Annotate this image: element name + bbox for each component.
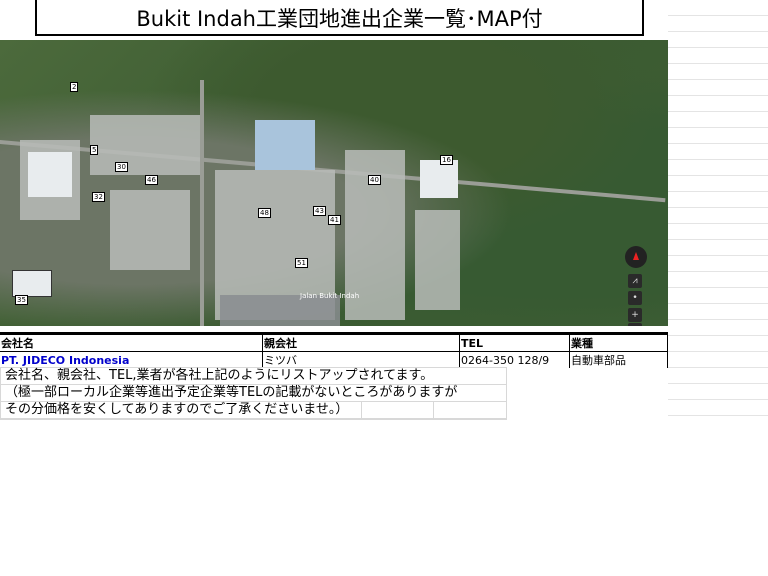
- note-line: （極一部ローカル企業等進出予定企業等TELの記載がないところがありますが: [1, 385, 506, 402]
- parent-cell: ミツバ: [262, 351, 460, 368]
- tilt-icon[interactable]: ⩘: [628, 274, 642, 288]
- page-title: Bukit Indah工業団地進出企業一覧･MAP付: [35, 0, 644, 36]
- map-marker-label: 16: [440, 155, 453, 165]
- zoom-out-icon[interactable]: −: [628, 323, 642, 326]
- header-tel: TEL: [459, 332, 570, 352]
- map-marker-label: 51: [295, 258, 308, 268]
- note-text: その分価格を安くしてありますのでご了承くださいませ。）: [5, 402, 349, 417]
- spreadsheet-grid: [668, 0, 768, 420]
- note-line: その分価格を安くしてありますのでご了承くださいませ。）: [1, 402, 506, 419]
- table-header: 会社名 親会社 TEL 業種: [0, 332, 668, 352]
- industry-cell: 自動車部品: [569, 351, 668, 368]
- map-marker-label: 40: [368, 175, 381, 185]
- map-marker-label: 32: [92, 192, 105, 202]
- zoom-in-icon[interactable]: +: [628, 308, 642, 322]
- header-parent: 親会社: [262, 332, 460, 352]
- map-marker-label: 41: [328, 215, 341, 225]
- company-link[interactable]: PT. JIDECO Indonesia: [1, 354, 129, 367]
- center-icon[interactable]: •: [628, 291, 642, 305]
- map-marker-label: 48: [258, 208, 271, 218]
- map-marker-label: 46: [145, 175, 158, 185]
- tel-cell: 0264-350 128/9: [459, 351, 570, 368]
- table-row: PT. JIDECO Indonesia ミツバ 0264-350 128/9 …: [0, 351, 668, 368]
- map-building: [110, 190, 190, 270]
- map-marker-label: 5: [90, 145, 99, 155]
- map-building: [255, 120, 315, 170]
- map-building: [28, 152, 72, 197]
- header-company: 会社名: [0, 332, 263, 352]
- note-line: 会社名、親会社、TEL,業者が各社上記のようにリストアップされてます。: [1, 368, 506, 385]
- road-label: Jalan Bukit Indah: [300, 292, 360, 300]
- map-building: [420, 160, 458, 198]
- compass-icon[interactable]: [625, 246, 647, 268]
- satellite-map[interactable]: 2 5 16 30 32 35 40 41 43 46 48 51 Jalan …: [0, 40, 668, 326]
- map-marker-label: 35: [15, 295, 28, 305]
- map-building: [90, 115, 200, 175]
- note-box: 会社名、親会社、TEL,業者が各社上記のようにリストアップされてます。 （極一部…: [0, 367, 507, 420]
- map-marker-label: 2: [70, 82, 79, 92]
- map-building: [415, 210, 460, 310]
- map-road: [200, 80, 204, 326]
- map-inset: [12, 270, 52, 297]
- header-industry: 業種: [569, 332, 668, 352]
- company-table: 会社名 親会社 TEL 業種 PT. JIDECO Indonesia ミツバ …: [0, 332, 668, 368]
- map-marker-label: 30: [115, 162, 128, 172]
- map-marker-label: 43: [313, 206, 326, 216]
